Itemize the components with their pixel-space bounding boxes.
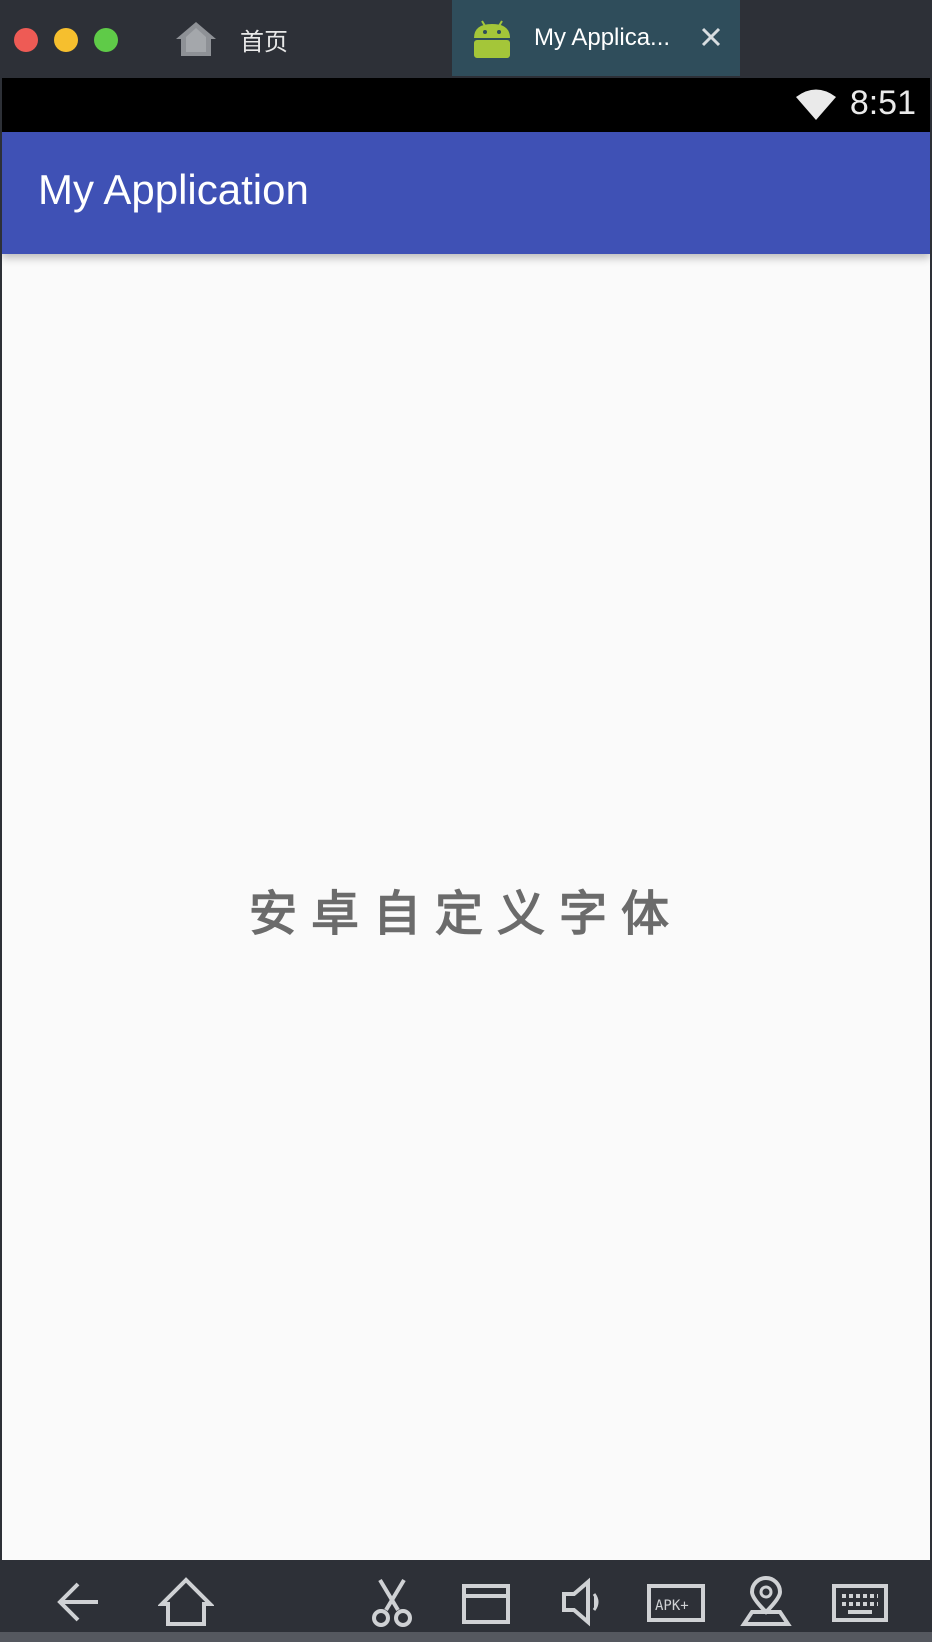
window-bottom-edge [0, 1632, 932, 1642]
tab-home-label: 首页 [240, 27, 288, 56]
close-tab-icon[interactable] [698, 24, 724, 50]
screenshot-button[interactable] [364, 1576, 420, 1628]
keyboard-button[interactable] [830, 1576, 890, 1628]
android-status-bar: 8:51 [2, 78, 930, 132]
window-close-button[interactable] [14, 28, 38, 52]
tab-my-application[interactable]: My Applica... [452, 0, 740, 76]
home-icon [176, 22, 216, 56]
emulator-title-bar: 首页 My Applica... [0, 0, 932, 76]
keyboard-icon [832, 1584, 888, 1622]
volume-icon [562, 1577, 599, 1627]
device-screen: 8:51 My Application 安卓自定义字体 [2, 78, 930, 1560]
home-button[interactable] [157, 1576, 215, 1628]
folder-icon [462, 1584, 510, 1624]
android-icon [474, 20, 510, 58]
app-toolbar: My Application [2, 132, 930, 254]
tab-home[interactable]: 首页 [174, 12, 288, 66]
custom-font-text: 安卓自定义字体 [248, 886, 683, 942]
location-icon [740, 1576, 792, 1626]
location-button[interactable] [738, 1576, 794, 1628]
app-title: My Application [38, 166, 309, 213]
folder-button[interactable] [458, 1576, 514, 1628]
install-apk-button[interactable]: APK+ [646, 1576, 706, 1628]
window-zoom-button[interactable] [94, 28, 118, 52]
back-icon [57, 1582, 98, 1622]
wifi-icon [796, 89, 836, 120]
tab-my-application-label: My Applica... [534, 24, 671, 51]
emulator-control-bar: APK+ [0, 1562, 932, 1642]
svg-text:APK+: APK+ [655, 1598, 689, 1614]
window-minimize-button[interactable] [54, 28, 78, 52]
back-button[interactable] [52, 1576, 108, 1628]
status-time: 8:51 [849, 84, 916, 122]
volume-button[interactable] [556, 1576, 612, 1628]
apk-install-icon: APK+ [647, 1584, 705, 1622]
screenshot-cut-icon [372, 1578, 412, 1627]
home-icon [157, 1577, 215, 1626]
